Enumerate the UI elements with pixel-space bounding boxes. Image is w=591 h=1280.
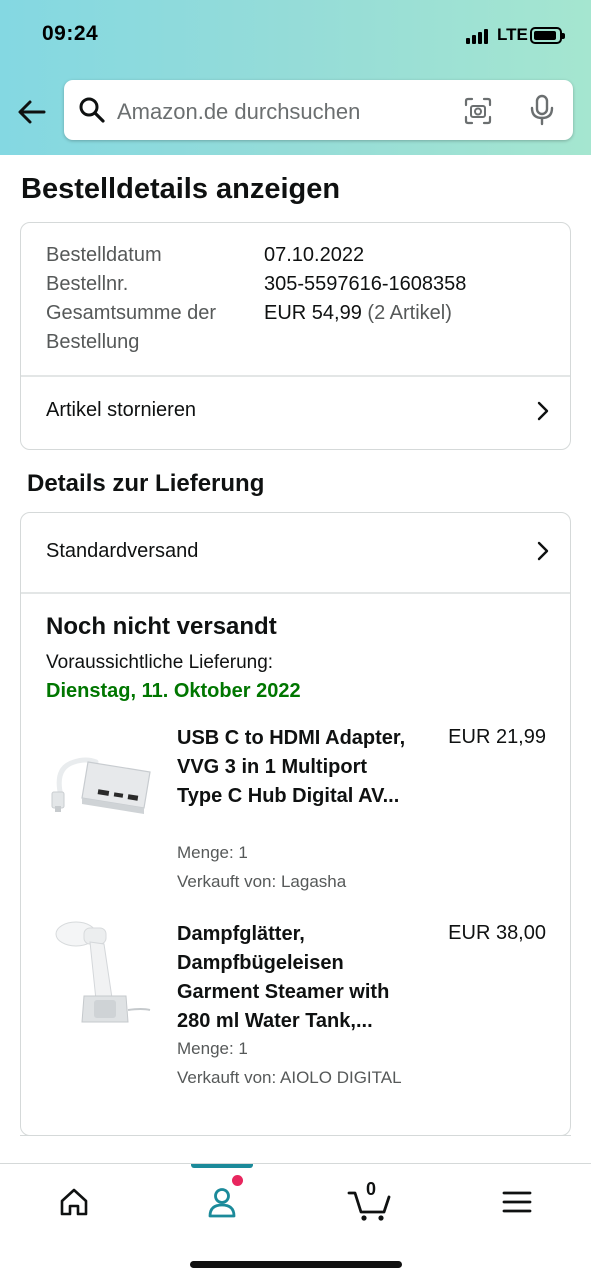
cancel-items-row[interactable]: Artikel stornieren — [21, 376, 570, 449]
product-image-steamer[interactable] — [46, 918, 156, 1028]
search-input[interactable]: Amazon.de durchsuchen — [117, 99, 360, 125]
delivery-card: Standardversand Noch nicht versandt Vora… — [20, 512, 571, 1136]
active-tab-indicator — [191, 1164, 253, 1168]
order-number-label: Bestellnr. — [46, 273, 129, 295]
order-total-value: EUR 54,99 (2 Artikel) — [264, 302, 452, 325]
order-number-value: 305-5597616-1608358 — [264, 273, 467, 295]
shipment-status: Noch nicht versandt — [46, 613, 277, 640]
product-price: EUR 21,99 — [448, 726, 546, 748]
chevron-right-icon — [537, 541, 549, 561]
estimated-delivery-label: Voraussichtliche Lieferung: — [46, 652, 274, 673]
menu-icon[interactable] — [495, 1180, 539, 1224]
camera-scan-icon[interactable] — [463, 96, 493, 126]
product-seller: Verkauft von: Lagasha — [177, 872, 347, 891]
order-total-amount: EUR 54,99 — [264, 302, 362, 324]
product-image-usb-hub[interactable] — [46, 728, 156, 838]
product-seller: Verkauft von: AIOLO DIGITAL — [177, 1068, 402, 1087]
product-title[interactable]: USB C to HDMI Adapter, VVG 3 in 1 Multip… — [177, 724, 417, 811]
divider — [21, 592, 570, 594]
shipping-method-row[interactable]: Standardversand — [21, 513, 570, 592]
delivery-section-title: Details zur Lieferung — [27, 470, 265, 497]
search-bar[interactable]: Amazon.de durchsuchen — [64, 80, 573, 140]
notification-dot — [232, 1175, 243, 1186]
chevron-right-icon — [537, 401, 549, 421]
order-date-value: 07.10.2022 — [264, 244, 365, 266]
signal-icon — [466, 28, 492, 44]
cancel-items-label: Artikel stornieren — [46, 399, 197, 421]
shipping-method-label: Standardversand — [46, 540, 199, 562]
product-quantity: Menge: 1 — [177, 1039, 248, 1058]
product-price: EUR 38,00 — [448, 922, 546, 944]
battery-icon — [530, 27, 565, 44]
cart-count-badge: 0 — [366, 1179, 377, 1199]
product-title[interactable]: Dampfglätter, Dampfbügeleisen Garment St… — [177, 920, 417, 1036]
network-label: LTE — [497, 25, 528, 44]
back-arrow-icon[interactable] — [16, 96, 48, 128]
product-quantity: Menge: 1 — [177, 843, 248, 862]
status-time: 09:24 — [42, 22, 99, 45]
order-total-label-line2: Bestellung — [46, 331, 140, 353]
home-icon[interactable] — [52, 1180, 96, 1224]
search-icon — [79, 97, 105, 123]
estimated-delivery-date: Dienstag, 11. Oktober 2022 — [46, 680, 301, 702]
order-date-label: Bestelldatum — [46, 244, 162, 266]
order-item-count: (2 Artikel) — [367, 302, 452, 324]
order-summary-card: Bestelldatum 07.10.2022 Bestellnr. 305-5… — [20, 222, 571, 450]
page-title: Bestelldetails anzeigen — [21, 173, 341, 205]
home-indicator[interactable] — [190, 1261, 402, 1268]
microphone-icon[interactable] — [529, 94, 555, 126]
status-bar: 09:24 LTE — [0, 0, 591, 70]
account-icon[interactable] — [200, 1180, 244, 1224]
order-total-label: Gesamtsumme der — [46, 302, 217, 324]
header: 09:24 LTE Amazon.de durchsuchen — [0, 0, 591, 155]
